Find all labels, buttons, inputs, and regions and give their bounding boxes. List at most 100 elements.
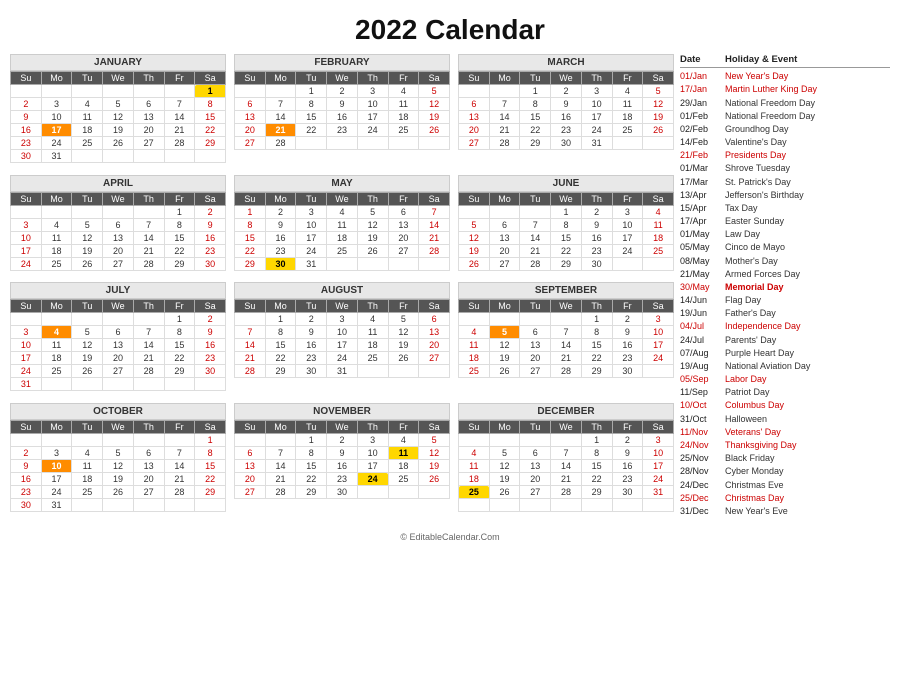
calendar-day (41, 205, 72, 218)
calendar-day: 18 (459, 473, 490, 486)
side-panel-row: 02/FebGroundhog Day (680, 123, 890, 136)
day-header: Sa (195, 192, 226, 205)
calendar-day: 20 (520, 473, 551, 486)
day-header: Mo (41, 421, 72, 434)
day-header: Su (235, 72, 266, 85)
calendar-day: 10 (296, 218, 327, 231)
calendar-day: 13 (489, 231, 520, 244)
calendar-table: SuMoTuWeThFrSa12345678910111213141516171… (234, 71, 450, 150)
calendar-day (164, 85, 195, 98)
calendar-day: 4 (388, 85, 419, 98)
side-panel-row: 13/AprJefferson's Birthday (680, 189, 890, 202)
calendar-day: 24 (11, 257, 42, 270)
side-panel-row: 21/FebPresidents Day (680, 149, 890, 162)
calendar-day (195, 499, 226, 512)
calendar-day (551, 434, 582, 447)
side-event: Tax Day (725, 203, 758, 214)
calendar-day: 19 (357, 231, 388, 244)
calendar-day (419, 486, 450, 499)
calendar-day: 13 (133, 460, 164, 473)
calendar-day: 23 (612, 352, 643, 365)
calendar-day: 23 (265, 244, 296, 257)
calendar-day: 30 (612, 365, 643, 378)
calendar-day: 5 (643, 85, 674, 98)
side-panel-row: 14/FebValentine's Day (680, 136, 890, 149)
side-date: 17/Apr (680, 216, 725, 227)
side-panel-row: 01/FebNational Freedom Day (680, 110, 890, 123)
calendar-day (133, 434, 164, 447)
calendar-day: 4 (459, 326, 490, 339)
calendar-day: 21 (133, 244, 164, 257)
calendar-day: 20 (459, 124, 490, 137)
calendar-day: 19 (643, 111, 674, 124)
calendar-day: 20 (103, 244, 134, 257)
calendar-day: 16 (612, 460, 643, 473)
calendar-day: 4 (459, 447, 490, 460)
day-header: Fr (612, 300, 643, 313)
calendar-day (551, 499, 582, 512)
side-date: 14/Jun (680, 295, 725, 306)
day-header: Mo (265, 72, 296, 85)
calendar-day: 2 (296, 313, 327, 326)
calendar-day (164, 499, 195, 512)
calendar-day: 2 (551, 85, 582, 98)
day-header: We (103, 72, 134, 85)
calendar-day: 26 (72, 365, 103, 378)
calendar-day: 24 (11, 365, 42, 378)
calendar-day: 29 (164, 257, 195, 270)
calendar-day (388, 257, 419, 270)
calendar-day (41, 378, 72, 391)
calendar-day: 11 (459, 460, 490, 473)
side-date: 07/Aug (680, 348, 725, 359)
calendar-day: 17 (581, 111, 612, 124)
day-header: We (103, 192, 134, 205)
day-header: Mo (41, 72, 72, 85)
calendar-day (133, 205, 164, 218)
day-header: Mo (265, 192, 296, 205)
calendar-day: 30 (551, 137, 582, 150)
calendar-day: 15 (265, 339, 296, 352)
calendar-day: 22 (520, 124, 551, 137)
day-header: Fr (612, 421, 643, 434)
calendar-day: 21 (551, 352, 582, 365)
calendar-day (72, 434, 103, 447)
calendar-day: 24 (296, 244, 327, 257)
day-header: Tu (520, 421, 551, 434)
calendar-day (195, 150, 226, 163)
calendar-day: 28 (133, 257, 164, 270)
calendar-day: 11 (327, 218, 358, 231)
day-header: Th (357, 300, 388, 313)
day-header: Sa (419, 300, 450, 313)
calendar-day: 6 (489, 218, 520, 231)
calendar-day: 27 (459, 137, 490, 150)
calendar-day (327, 257, 358, 270)
day-header: Mo (265, 421, 296, 434)
calendar-day: 2 (327, 85, 358, 98)
calendar-day: 30 (195, 365, 226, 378)
calendar-day: 29 (551, 257, 582, 270)
calendar-day: 18 (357, 339, 388, 352)
day-header: Su (235, 421, 266, 434)
calendar-day (551, 313, 582, 326)
calendar-day: 23 (296, 352, 327, 365)
side-date: 25/Nov (680, 453, 725, 464)
side-date: 25/Dec (680, 493, 725, 504)
calendar-day: 26 (489, 486, 520, 499)
day-header: Th (581, 72, 612, 85)
calendar-day: 17 (11, 352, 42, 365)
calendar-day: 1 (164, 313, 195, 326)
calendar-day: 23 (327, 473, 358, 486)
side-event: Labor Day (725, 374, 767, 385)
calendar-day: 14 (164, 460, 195, 473)
calendar-day (489, 205, 520, 218)
calendar-day: 20 (103, 352, 134, 365)
calendar-day: 14 (551, 339, 582, 352)
side-panel-row: 07/AugPurple Heart Day (680, 347, 890, 360)
side-event: National Aviation Day (725, 361, 810, 372)
calendar-day: 25 (388, 473, 419, 486)
calendar-day: 20 (388, 231, 419, 244)
calendar-day: 28 (265, 486, 296, 499)
side-event: Valentine's Day (725, 137, 787, 148)
calendar-day: 3 (643, 434, 674, 447)
calendar-day (103, 434, 134, 447)
